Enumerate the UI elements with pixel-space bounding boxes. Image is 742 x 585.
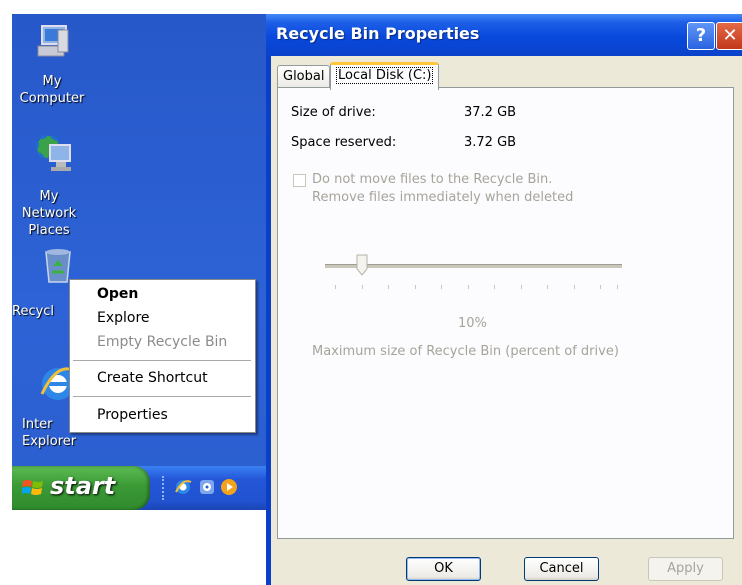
windows-logo-icon — [21, 478, 44, 502]
space-reserved-label: Space reserved: — [291, 135, 397, 150]
slider-value: 10% — [458, 316, 487, 331]
dialog-title: Recycle Bin Properties — [276, 24, 480, 43]
slider-tick — [362, 285, 363, 289]
screen-frame-left — [0, 0, 12, 585]
help-button[interactable]: ? — [687, 22, 715, 50]
player-icon[interactable] — [220, 478, 238, 500]
tab-local-disk-c-label: Local Disk (C:) — [336, 67, 434, 84]
screen-frame-top — [0, 0, 742, 14]
network-places-label-line2: Places — [28, 223, 70, 238]
slider-caption: Maximum size of Recycle Bin (percent of … — [312, 344, 619, 359]
ok-button[interactable]: OK — [406, 557, 481, 581]
dialog-client-area: Global Local Disk (C:) Size of drive: 37… — [271, 56, 742, 585]
recycle-bin-properties-dialog: Recycle Bin Properties ? ✕ Global Local … — [266, 14, 742, 585]
tab-global[interactable]: Global — [277, 65, 331, 87]
slider-track[interactable] — [325, 264, 622, 268]
menu-separator — [73, 360, 251, 361]
slider-tick — [521, 285, 522, 289]
slider-tick — [441, 285, 442, 289]
start-label: start — [50, 472, 116, 500]
quick-launch-grip — [162, 476, 166, 500]
slider-tick — [468, 285, 469, 289]
menu-item-properties[interactable]: Properties — [97, 407, 168, 423]
recycle-bin-label[interactable]: Recycl — [12, 303, 72, 320]
start-button[interactable]: start — [12, 466, 150, 510]
size-of-drive-label: Size of drive: — [291, 105, 376, 120]
slider-thumb[interactable] — [356, 254, 368, 276]
do-not-move-files-label-line1[interactable]: Do not move files to the Recycle Bin. — [312, 172, 552, 187]
do-not-move-files-label-line2: Remove files immediately when deleted — [312, 190, 574, 205]
ie-icon[interactable] — [174, 478, 192, 500]
menu-item-empty-recycle-bin[interactable]: Empty Recycle Bin — [97, 334, 227, 350]
cancel-button[interactable]: Cancel — [524, 557, 599, 581]
close-icon: ✕ — [722, 25, 738, 46]
slider-tick — [415, 285, 416, 289]
space-reserved-value: 3.72 GB — [464, 135, 517, 150]
slider-tick — [617, 285, 618, 289]
network-places-label-line1: My Network — [21, 189, 77, 221]
tab-local-disk-c[interactable]: Local Disk (C:) — [330, 62, 440, 90]
apply-button[interactable]: Apply — [648, 557, 723, 581]
my-computer-icon[interactable] — [32, 22, 72, 62]
taskbar: start — [12, 466, 274, 510]
slider-tick — [547, 285, 548, 289]
my-computer-label[interactable]: My Computer — [12, 73, 92, 107]
tab-global-label: Global — [283, 69, 325, 84]
menu-item-create-shortcut[interactable]: Create Shortcut — [97, 370, 208, 386]
menu-separator — [73, 396, 251, 397]
do-not-move-files-checkbox[interactable] — [293, 174, 306, 187]
desktop-bottom-area — [12, 510, 274, 585]
context-menu: Open Explore Empty Recycle Bin Create Sh… — [69, 279, 256, 433]
recycle-bin-icon[interactable] — [40, 244, 76, 284]
menu-item-open[interactable]: Open — [97, 286, 138, 302]
close-button[interactable]: ✕ — [716, 22, 742, 50]
size-of-drive-value: 37.2 GB — [464, 105, 517, 120]
slider-tick — [388, 285, 389, 289]
media-icon[interactable] — [198, 478, 216, 500]
menu-item-explore[interactable]: Explore — [97, 310, 150, 326]
internet-explorer-label-line2: Explorer — [22, 434, 77, 449]
help-icon: ? — [695, 25, 707, 46]
internet-explorer-label-line1: Inter — [22, 417, 53, 432]
dialog-titlebar[interactable]: Recycle Bin Properties ? ✕ — [266, 14, 742, 56]
slider-tick — [494, 285, 495, 289]
slider-tick — [574, 285, 575, 289]
network-places-icon[interactable] — [34, 131, 78, 175]
slider-tick — [600, 285, 601, 289]
network-places-label[interactable]: My Network Places — [14, 188, 84, 239]
slider-tick — [335, 285, 336, 289]
tab-panel: Size of drive: 37.2 GB Space reserved: 3… — [277, 87, 734, 539]
